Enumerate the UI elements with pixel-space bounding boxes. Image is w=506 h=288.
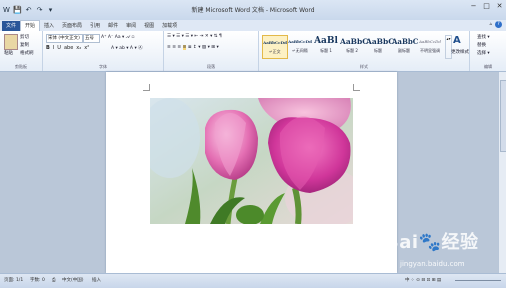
strikethrough-button[interactable]: abe	[64, 45, 73, 51]
style-item[interactable]: AaBbC 标题	[366, 35, 395, 57]
style-name: 副标题	[398, 48, 410, 53]
underline-button[interactable]: U	[57, 45, 61, 51]
style-sample: AaBbCcDd	[288, 39, 312, 44]
font-group-label: 字体	[99, 64, 107, 69]
font-name-select[interactable]: 宋体 (中文正文)	[46, 34, 83, 43]
ribbon-tabs: 文件 开始 插入 页面布局 引用 邮件 审阅 视图 加载项	[0, 20, 506, 31]
tab-5[interactable]: 邮件	[104, 21, 122, 31]
replace-button[interactable]: 替换	[477, 42, 486, 48]
maximize-button[interactable]: □	[482, 2, 491, 11]
zoom-slider[interactable]	[455, 280, 501, 281]
style-sample: AaBbCcDd	[263, 40, 287, 45]
style-name: 标题 2	[346, 48, 358, 53]
page-count[interactable]: 页面: 1/1	[4, 277, 23, 283]
tab-4[interactable]: 引用	[86, 21, 104, 31]
change-styles-button[interactable]: 更改样式	[451, 49, 469, 55]
subscript-button[interactable]: x₂	[76, 45, 81, 51]
tab-1[interactable]: 开始	[20, 20, 41, 31]
format-painter-button[interactable]: 格式刷	[20, 50, 34, 56]
tab-2[interactable]: 插入	[40, 21, 58, 31]
style-name: ↵无间隔	[292, 48, 308, 53]
status-bar: 页面: 1/1 字数: 0 ⎙ 中文(中国) 插入 中 ⁘ ⊙ ⊟ ⊡ ⊞ ▤	[0, 273, 506, 288]
minimize-ribbon-icon[interactable]: ▵	[489, 21, 492, 28]
style-item[interactable]: AaBbCcDd ↵无间隔	[288, 35, 312, 57]
view-buttons[interactable]: 中 ⁘ ⊙ ⊟ ⊡ ⊞ ▤	[405, 277, 441, 283]
format-buttons: B I Uabe x₂ x²	[46, 45, 89, 51]
alignment-buttons[interactable]: ≡ ≡ ≡ ≡ ≣ ↕ ▾ ▨ ▾ ⊞ ▾	[167, 45, 219, 50]
style-item[interactable]: AaBl 标题 1	[314, 35, 338, 57]
styles-scroll[interactable]: ▴▾	[445, 35, 452, 59]
styles-group: AaBbCcDd ↵正文 AaBbCcDd ↵无间隔 AaBl 标题 1 AaBbC 标题 2…	[259, 31, 470, 71]
style-sample: AaBbCcDd	[419, 39, 441, 44]
paste-icon[interactable]	[4, 34, 18, 50]
window-controls: − □ ✕	[469, 2, 504, 11]
style-item[interactable]: AaBbCcDd 不明显强调	[418, 35, 442, 57]
watermark-url: jingyan.baidu.com	[400, 260, 465, 268]
minimize-button[interactable]: −	[469, 2, 478, 11]
vertical-scrollbar[interactable]	[498, 72, 506, 273]
baidu-jingyan-watermark: Bai🐾经验	[385, 232, 479, 253]
list-buttons[interactable]: ☰ ▾ ☰ ▾ ☰ ▾ ⇤ ⇥ ✕ ▾ ⇅ ¶	[167, 34, 222, 39]
ribbon-help-controls: ▵ ?	[489, 21, 502, 28]
change-styles-icon[interactable]: A	[453, 35, 461, 46]
style-sample: AaBl	[314, 36, 338, 46]
tab-7[interactable]: 视图	[140, 21, 158, 31]
italic-button[interactable]: I	[53, 45, 54, 51]
bold-button[interactable]: B	[46, 45, 50, 51]
cut-button[interactable]: 剪切	[20, 34, 29, 40]
paragraph-group: ☰ ▾ ☰ ▾ ☰ ▾ ⇤ ⇥ ✕ ▾ ⇅ ¶ ≡ ≡ ≡ ≡ ≣ ↕ ▾ ▨ …	[164, 31, 259, 71]
style-name: 标题 1	[320, 48, 332, 53]
style-item[interactable]: AaBbC 标题 2	[340, 35, 369, 57]
proofing-icon[interactable]: ⎙	[52, 277, 56, 283]
style-item[interactable]: AaBbC 副标题	[392, 35, 419, 57]
tab-0[interactable]: 文件	[2, 21, 21, 31]
close-button[interactable]: ✕	[495, 2, 504, 11]
document-page[interactable]	[106, 72, 397, 273]
help-icon[interactable]: ?	[495, 21, 502, 28]
select-button[interactable]: 选择 ▾	[477, 50, 490, 56]
font-size-select[interactable]: 五号	[83, 34, 100, 43]
style-item[interactable]: AaBbCcDd ↵正文	[262, 35, 288, 59]
editing-group-label: 编辑	[484, 64, 492, 69]
editing-group: 查找 ▾ 替换 选择 ▾ 编辑	[470, 31, 506, 71]
ribbon: 粘贴 剪切 复制 格式刷 剪贴板 宋体 (中文正文) 五号 A⁺ A⁻ Aa ▾…	[0, 31, 506, 72]
style-sample: AaBbC	[366, 37, 395, 46]
margin-corner-mark	[143, 84, 150, 91]
find-button[interactable]: 查找 ▾	[477, 34, 490, 40]
tab-6[interactable]: 审阅	[122, 21, 140, 31]
grow-font-button[interactable]: A⁺ A⁻ Aa ▾ 𝒜 ▫	[101, 34, 134, 40]
superscript-button[interactable]: x²	[84, 45, 89, 51]
style-sample: AaBbC	[392, 37, 419, 46]
tab-8[interactable]: 加载项	[158, 21, 181, 31]
font-group: 宋体 (中文正文) 五号 A⁺ A⁻ Aa ▾ 𝒜 ▫ B I Uabe x₂ x² A…	[43, 31, 164, 71]
copy-button[interactable]: 复制	[20, 42, 29, 48]
text-color-buttons[interactable]: A ▾ ab ▾ A ▾ Ⓐ	[111, 45, 143, 51]
language-indicator[interactable]: 中文(中国)	[62, 277, 84, 283]
margin-corner-mark	[353, 84, 360, 91]
word-count[interactable]: 字数: 0	[30, 277, 45, 283]
tab-3[interactable]: 页面布局	[58, 21, 86, 31]
style-name: ↵正文	[269, 49, 281, 54]
style-name: 不明显强调	[420, 48, 440, 53]
clipboard-group: 粘贴 剪切 复制 格式刷 剪贴板	[0, 31, 43, 71]
styles-group-label: 样式	[360, 64, 368, 69]
window-title: 新建 Microsoft Word 文档 - Microsoft Word	[191, 7, 315, 14]
paragraph-group-label: 段落	[207, 64, 215, 69]
scroll-thumb[interactable]	[500, 80, 506, 152]
clipboard-group-label: 剪贴板	[15, 64, 27, 69]
paste-button[interactable]: 粘贴	[4, 50, 13, 56]
insert-mode[interactable]: 插入	[92, 277, 101, 283]
style-sample: AaBbC	[340, 37, 369, 46]
style-name: 标题	[374, 48, 382, 53]
tulip-photo[interactable]	[150, 98, 353, 224]
